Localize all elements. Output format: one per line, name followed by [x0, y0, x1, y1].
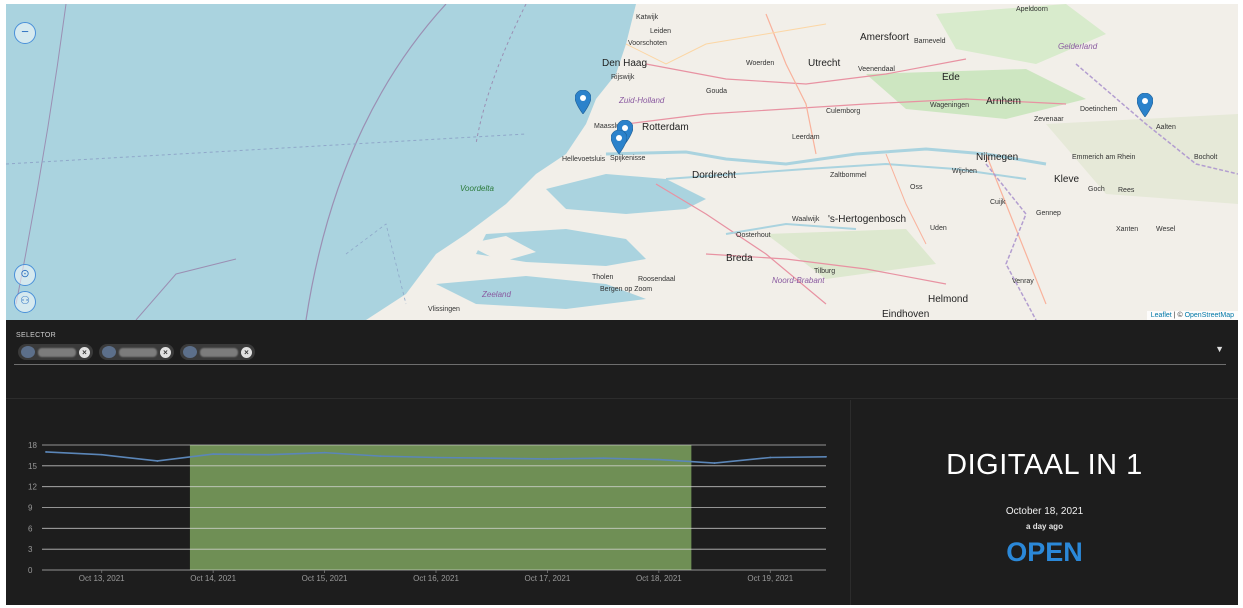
y-tick-label: 9 — [28, 504, 33, 513]
section-divider — [6, 398, 1238, 399]
chip-remove-icon[interactable]: × — [160, 346, 171, 358]
status-panel: DIGITAAL IN 1 October 18, 2021 a day ago… — [851, 400, 1238, 605]
map-marker-4[interactable] — [1137, 93, 1153, 117]
y-tick-label: 6 — [28, 524, 33, 533]
x-tick-label: Oct 18, 2021 — [636, 574, 682, 583]
zoom-out-button[interactable]: − — [14, 22, 36, 44]
chip-avatar-icon — [183, 346, 197, 358]
x-tick-label: Oct 19, 2021 — [747, 574, 793, 583]
dropdown-arrow-icon[interactable]: ▼ — [1215, 344, 1224, 354]
attribution-separator: | © — [1171, 312, 1185, 319]
chip-remove-icon[interactable]: × — [241, 346, 252, 358]
selector-label: SELECTOR — [16, 332, 57, 339]
data-point — [156, 460, 159, 462]
status-title: DIGITAAL IN 1 — [946, 449, 1143, 481]
data-point — [769, 456, 772, 459]
chip-label-redacted — [119, 347, 157, 357]
y-tick-label: 12 — [28, 483, 37, 492]
data-point — [100, 453, 103, 456]
leaflet-link[interactable]: Leaflet — [1151, 312, 1172, 319]
data-point — [546, 457, 549, 460]
data-point — [45, 451, 47, 453]
data-point — [490, 457, 493, 460]
chip-avatar-icon — [102, 346, 116, 358]
map-attribution: Leaflet | © OpenStreetMap — [1146, 311, 1238, 320]
data-point — [435, 456, 437, 459]
y-tick-label: 3 — [28, 545, 33, 554]
status-relative-time: a day ago — [1026, 522, 1063, 531]
data-point — [602, 457, 605, 460]
selected-chip[interactable]: × — [18, 344, 93, 360]
x-tick-label: Oct 13, 2021 — [79, 574, 125, 583]
chip-label-redacted — [38, 347, 76, 357]
selected-chips: × × × — [18, 344, 255, 360]
data-point — [212, 453, 215, 455]
app-frame: Katwijk Leiden Voorschoten Den Haag Rijs… — [6, 4, 1238, 605]
x-tick-label: Oct 16, 2021 — [413, 574, 459, 583]
temperature-chart[interactable]: 0 3 6 9 12 15 18 Oct 13, 2021 Oct 14, 2021 Oct 15… — [6, 400, 849, 605]
x-tick-label: Oct 15, 2021 — [302, 574, 348, 583]
selected-chip[interactable]: × — [99, 344, 174, 360]
data-point — [713, 462, 716, 464]
data-point — [323, 451, 326, 454]
x-tick-label: Oct 14, 2021 — [190, 574, 236, 583]
data-point — [379, 455, 382, 458]
status-date: October 18, 2021 — [1005, 506, 1084, 517]
data-point — [657, 458, 660, 461]
locate-icon[interactable]: ⊙ — [14, 264, 36, 286]
chip-label-redacted — [200, 347, 238, 357]
data-point — [825, 455, 827, 458]
chip-avatar-icon — [21, 346, 35, 358]
y-tick-label: 15 — [28, 462, 37, 471]
chip-remove-icon[interactable]: × — [79, 346, 90, 358]
y-tick-label: 0 — [28, 566, 33, 575]
status-state: OPEN — [1006, 537, 1083, 567]
chart-panel: 0 3 6 9 12 15 18 Oct 13, 2021 Oct 14, 2021 Oct 15… — [6, 400, 849, 605]
x-tick-label: Oct 17, 2021 — [525, 574, 571, 583]
selector-field[interactable]: SELECTOR × × × ▼ — [14, 330, 1226, 365]
y-tick-label: 18 — [28, 441, 37, 450]
osm-link[interactable]: OpenStreetMap — [1185, 312, 1234, 319]
group-markers-icon[interactable]: ⚇ — [14, 291, 36, 313]
map[interactable]: Katwijk Leiden Voorschoten Den Haag Rijs… — [6, 4, 1238, 320]
data-point — [267, 453, 270, 456]
map-marker-1[interactable] — [575, 90, 591, 114]
map-marker-3[interactable] — [611, 130, 627, 154]
selected-chip[interactable]: × — [180, 344, 255, 360]
map-tiles — [6, 4, 1238, 320]
